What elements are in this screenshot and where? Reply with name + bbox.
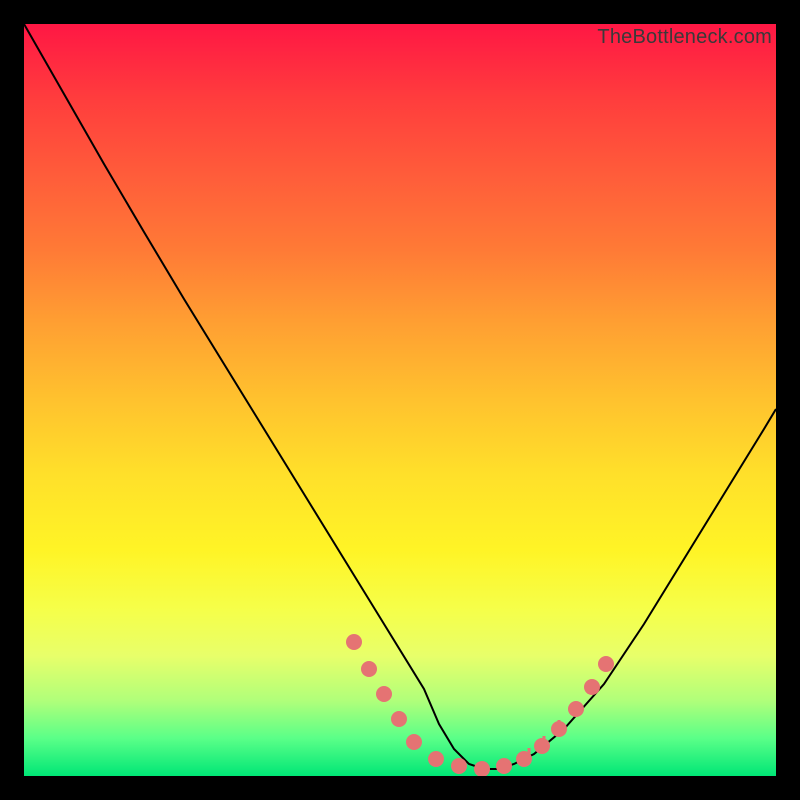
highlight-dot bbox=[391, 711, 407, 727]
highlight-dot bbox=[534, 738, 550, 754]
highlight-dot bbox=[496, 758, 512, 774]
highlight-dot bbox=[598, 656, 614, 672]
highlight-dot bbox=[361, 661, 377, 677]
highlight-dot bbox=[376, 686, 392, 702]
chart-container: TheBottleneck.com bbox=[0, 0, 800, 800]
highlight-dot bbox=[346, 634, 362, 650]
highlight-dot bbox=[451, 758, 467, 774]
curve-svg bbox=[24, 24, 776, 776]
highlight-dot bbox=[428, 751, 444, 767]
highlight-dot bbox=[584, 679, 600, 695]
highlight-dot bbox=[406, 734, 422, 750]
plot-area: TheBottleneck.com bbox=[24, 24, 776, 776]
highlight-dot bbox=[474, 761, 490, 776]
highlight-dot bbox=[568, 701, 584, 717]
bottleneck-curve bbox=[24, 24, 776, 769]
